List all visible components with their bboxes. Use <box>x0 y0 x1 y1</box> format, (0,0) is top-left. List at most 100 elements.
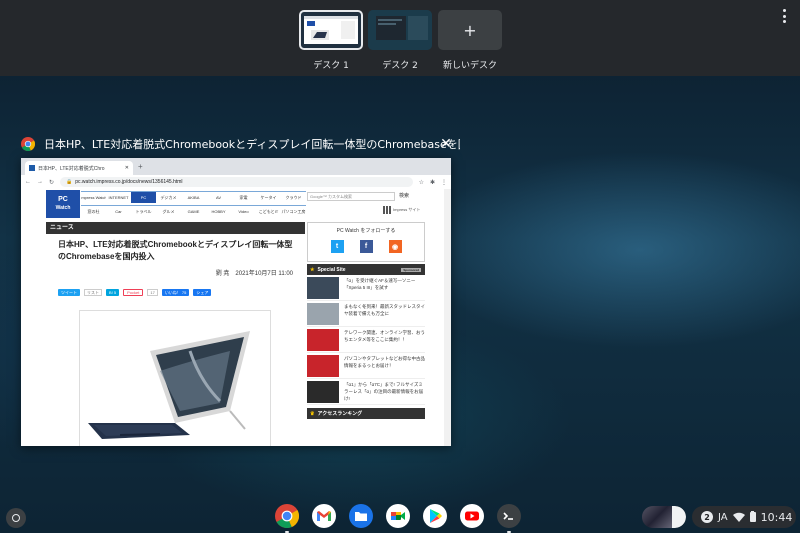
article-image[interactable] <box>79 310 271 446</box>
pinned-apps <box>275 504 521 533</box>
tab-close-icon[interactable]: ✕ <box>125 165 129 171</box>
favicon-icon <box>29 165 35 171</box>
status-area[interactable]: 2 JA 10:44 <box>692 506 796 528</box>
thumbnail <box>307 329 339 351</box>
gmail-icon[interactable] <box>312 504 336 528</box>
category-link[interactable]: クラウド <box>281 191 306 203</box>
special-site-item[interactable]: まもなく冬到来！最新スタッドレスタイヤ装着で備えも万全に <box>307 301 425 327</box>
browser-window-preview[interactable]: 日本HP、LTE対応着脱式Chro ✕ + ← → ↻ 🔒 pc.watch.i… <box>21 158 451 446</box>
play-store-icon[interactable] <box>423 504 447 528</box>
extensions-icon[interactable]: ✱ <box>430 179 435 186</box>
rss-icon[interactable]: ◉ <box>388 240 402 253</box>
window-title: 日本HP、LTE対応着脱式Chromebookとディスプレイ回転一体型のChro… <box>44 138 460 151</box>
pc-watch-logo[interactable]: PC Watch <box>46 190 80 218</box>
facebook-icon[interactable]: f <box>359 240 373 253</box>
thumbnail <box>307 277 339 299</box>
terminal-icon[interactable] <box>497 504 521 533</box>
follow-title: PC Watch をフォローする <box>336 228 396 234</box>
article: ニュース 日本HP、LTE対応着脱式Chromebookとディスプレイ回転一体型… <box>46 222 305 296</box>
category-link[interactable]: グルメ <box>156 205 181 217</box>
category-link[interactable]: Impress Watch <box>81 191 106 203</box>
desk-1-preview[interactable] <box>299 10 363 50</box>
site-header: PC Watch Impress Watch INTERNET PC デジカメ … <box>21 189 451 219</box>
launcher-button[interactable] <box>6 508 26 528</box>
url-text: pc.watch.impress.co.jp/docs/news/1356145… <box>75 179 183 185</box>
special-site-item[interactable]: パソコンやタブレットなどお得な中古品情報をまるっとお届け！ <box>307 353 425 379</box>
scrollbar[interactable] <box>444 189 451 446</box>
thumbnail <box>307 303 339 325</box>
grid-icon <box>383 206 391 214</box>
category-link[interactable]: AV <box>206 191 231 203</box>
desk-2-preview[interactable] <box>368 10 432 50</box>
notification-count[interactable]: 2 <box>701 511 713 523</box>
reload-icon[interactable]: ↻ <box>49 179 54 186</box>
new-desk-button[interactable]: + <box>438 10 502 50</box>
category-link[interactable]: GAME <box>181 205 206 217</box>
address-bar[interactable]: 🔒 pc.watch.impress.co.jp/docs/news/13561… <box>60 177 413 187</box>
share-buttons: ツイート リスト B! 5 Pocket 17 いいね！ 75 シェア <box>58 289 305 296</box>
desk-1[interactable]: デスク 1 <box>299 10 363 71</box>
site-search-input[interactable]: Google™ カスタム検索 <box>307 192 395 201</box>
category-link[interactable]: 窓の杜 <box>81 205 106 217</box>
clock: 10:44 <box>760 510 793 524</box>
special-site-item[interactable]: 「α」を受け継ぐAF＆速写―ソニー「Xperia 5 III」を試す <box>307 275 425 301</box>
new-tab-button[interactable]: + <box>138 162 143 171</box>
files-icon[interactable] <box>349 504 373 528</box>
new-desk[interactable]: + 新しいデスク <box>438 10 502 71</box>
youtube-icon[interactable] <box>460 504 484 528</box>
back-icon[interactable]: ← <box>25 179 31 185</box>
article-byline: 劉 尭 2021年10月7日 11:00 <box>215 271 293 277</box>
category-link[interactable]: パソコン工房 <box>281 205 306 217</box>
category-link[interactable]: INTERNET <box>106 191 131 203</box>
category-link[interactable]: ケータイ <box>256 191 281 203</box>
category-link[interactable]: 家電 <box>231 191 256 203</box>
shelf: 2 JA 10:44 <box>0 500 800 533</box>
category-link[interactable]: デジカメ <box>156 191 181 203</box>
special-site-item[interactable]: 「α1」から「α7C」まで! フルサイズミラーレス「α」の注目の最新情報をお届け… <box>307 379 425 405</box>
bookmark-star-icon[interactable]: ☆ <box>419 179 424 186</box>
wifi-icon <box>732 512 745 522</box>
screenshot-thumbnail <box>642 506 672 528</box>
ime-indicator[interactable]: JA <box>718 512 728 523</box>
pocket-button[interactable]: Pocket <box>123 289 144 296</box>
close-icon[interactable]: ✕ <box>440 137 452 151</box>
lock-icon: 🔒 <box>66 179 73 185</box>
chrome-icon[interactable] <box>275 504 300 533</box>
window-header[interactable]: 日本HP、LTE対応着脱式Chromebookとディスプレイ回転一体型のChro… <box>21 136 460 152</box>
launcher-icon <box>12 514 20 522</box>
forward-icon[interactable]: → <box>37 179 43 185</box>
category-link[interactable]: HOBBY <box>206 205 231 217</box>
new-desk-label: 新しいデスク <box>442 61 497 71</box>
like-button[interactable]: いいね！ 75 <box>161 289 190 296</box>
hatena-button[interactable]: B! 5 <box>106 289 120 296</box>
site-search-button[interactable]: 検索 <box>399 192 409 199</box>
tab-title: 日本HP、LTE対応着脱式Chro <box>38 165 105 172</box>
share-button[interactable]: シェア <box>193 289 212 296</box>
sidebar: PC Watch をフォローする t f ◉ ★ Special Site Sp… <box>307 222 425 419</box>
twitter-icon[interactable]: t <box>330 240 344 253</box>
meet-icon[interactable] <box>386 504 410 528</box>
section-heading: ニュース <box>46 222 305 234</box>
article-title: 日本HP、LTE対応着脱式Chromebookとディスプレイ回転一体型のChro… <box>58 240 293 261</box>
pocket-count: 17 <box>147 289 158 296</box>
special-site-item[interactable]: テレワーク関連、オンライン学習、おうちエンタメ等をここに集約！！ <box>307 327 425 353</box>
toolbar: ← → ↻ 🔒 pc.watch.impress.co.jp/docs/news… <box>21 175 451 189</box>
overflow-menu-icon[interactable] <box>780 9 788 23</box>
category-link[interactable]: AKIBA <box>181 191 206 203</box>
follow-box: PC Watch をフォローする t f ◉ <box>307 222 425 262</box>
category-link[interactable]: Car <box>106 205 131 217</box>
category-link[interactable]: Video <box>231 205 256 217</box>
tweet-button[interactable]: ツイート <box>58 289 80 296</box>
sponsored-tag: Sponsored <box>401 267 421 272</box>
browser-menu-icon[interactable]: ⋮ <box>441 179 447 186</box>
screenshot-thumbnail <box>672 506 686 528</box>
desks-bar: デスク 1 デスク 2 + 新しいデスク <box>0 0 800 76</box>
browser-tab[interactable]: 日本HP、LTE対応着脱式Chro ✕ <box>25 161 133 175</box>
impress-site-menu[interactable]: Impress サイト <box>383 206 420 214</box>
holding-space-tray[interactable] <box>642 506 686 528</box>
category-nav: Impress Watch INTERNET PC デジカメ AKIBA AV … <box>81 191 306 217</box>
category-link[interactable]: PC <box>131 191 156 203</box>
desk-2[interactable]: デスク 2 <box>368 10 432 71</box>
category-link[interactable]: トラベル <box>131 205 156 217</box>
category-link[interactable]: こどもとIT <box>256 205 281 217</box>
